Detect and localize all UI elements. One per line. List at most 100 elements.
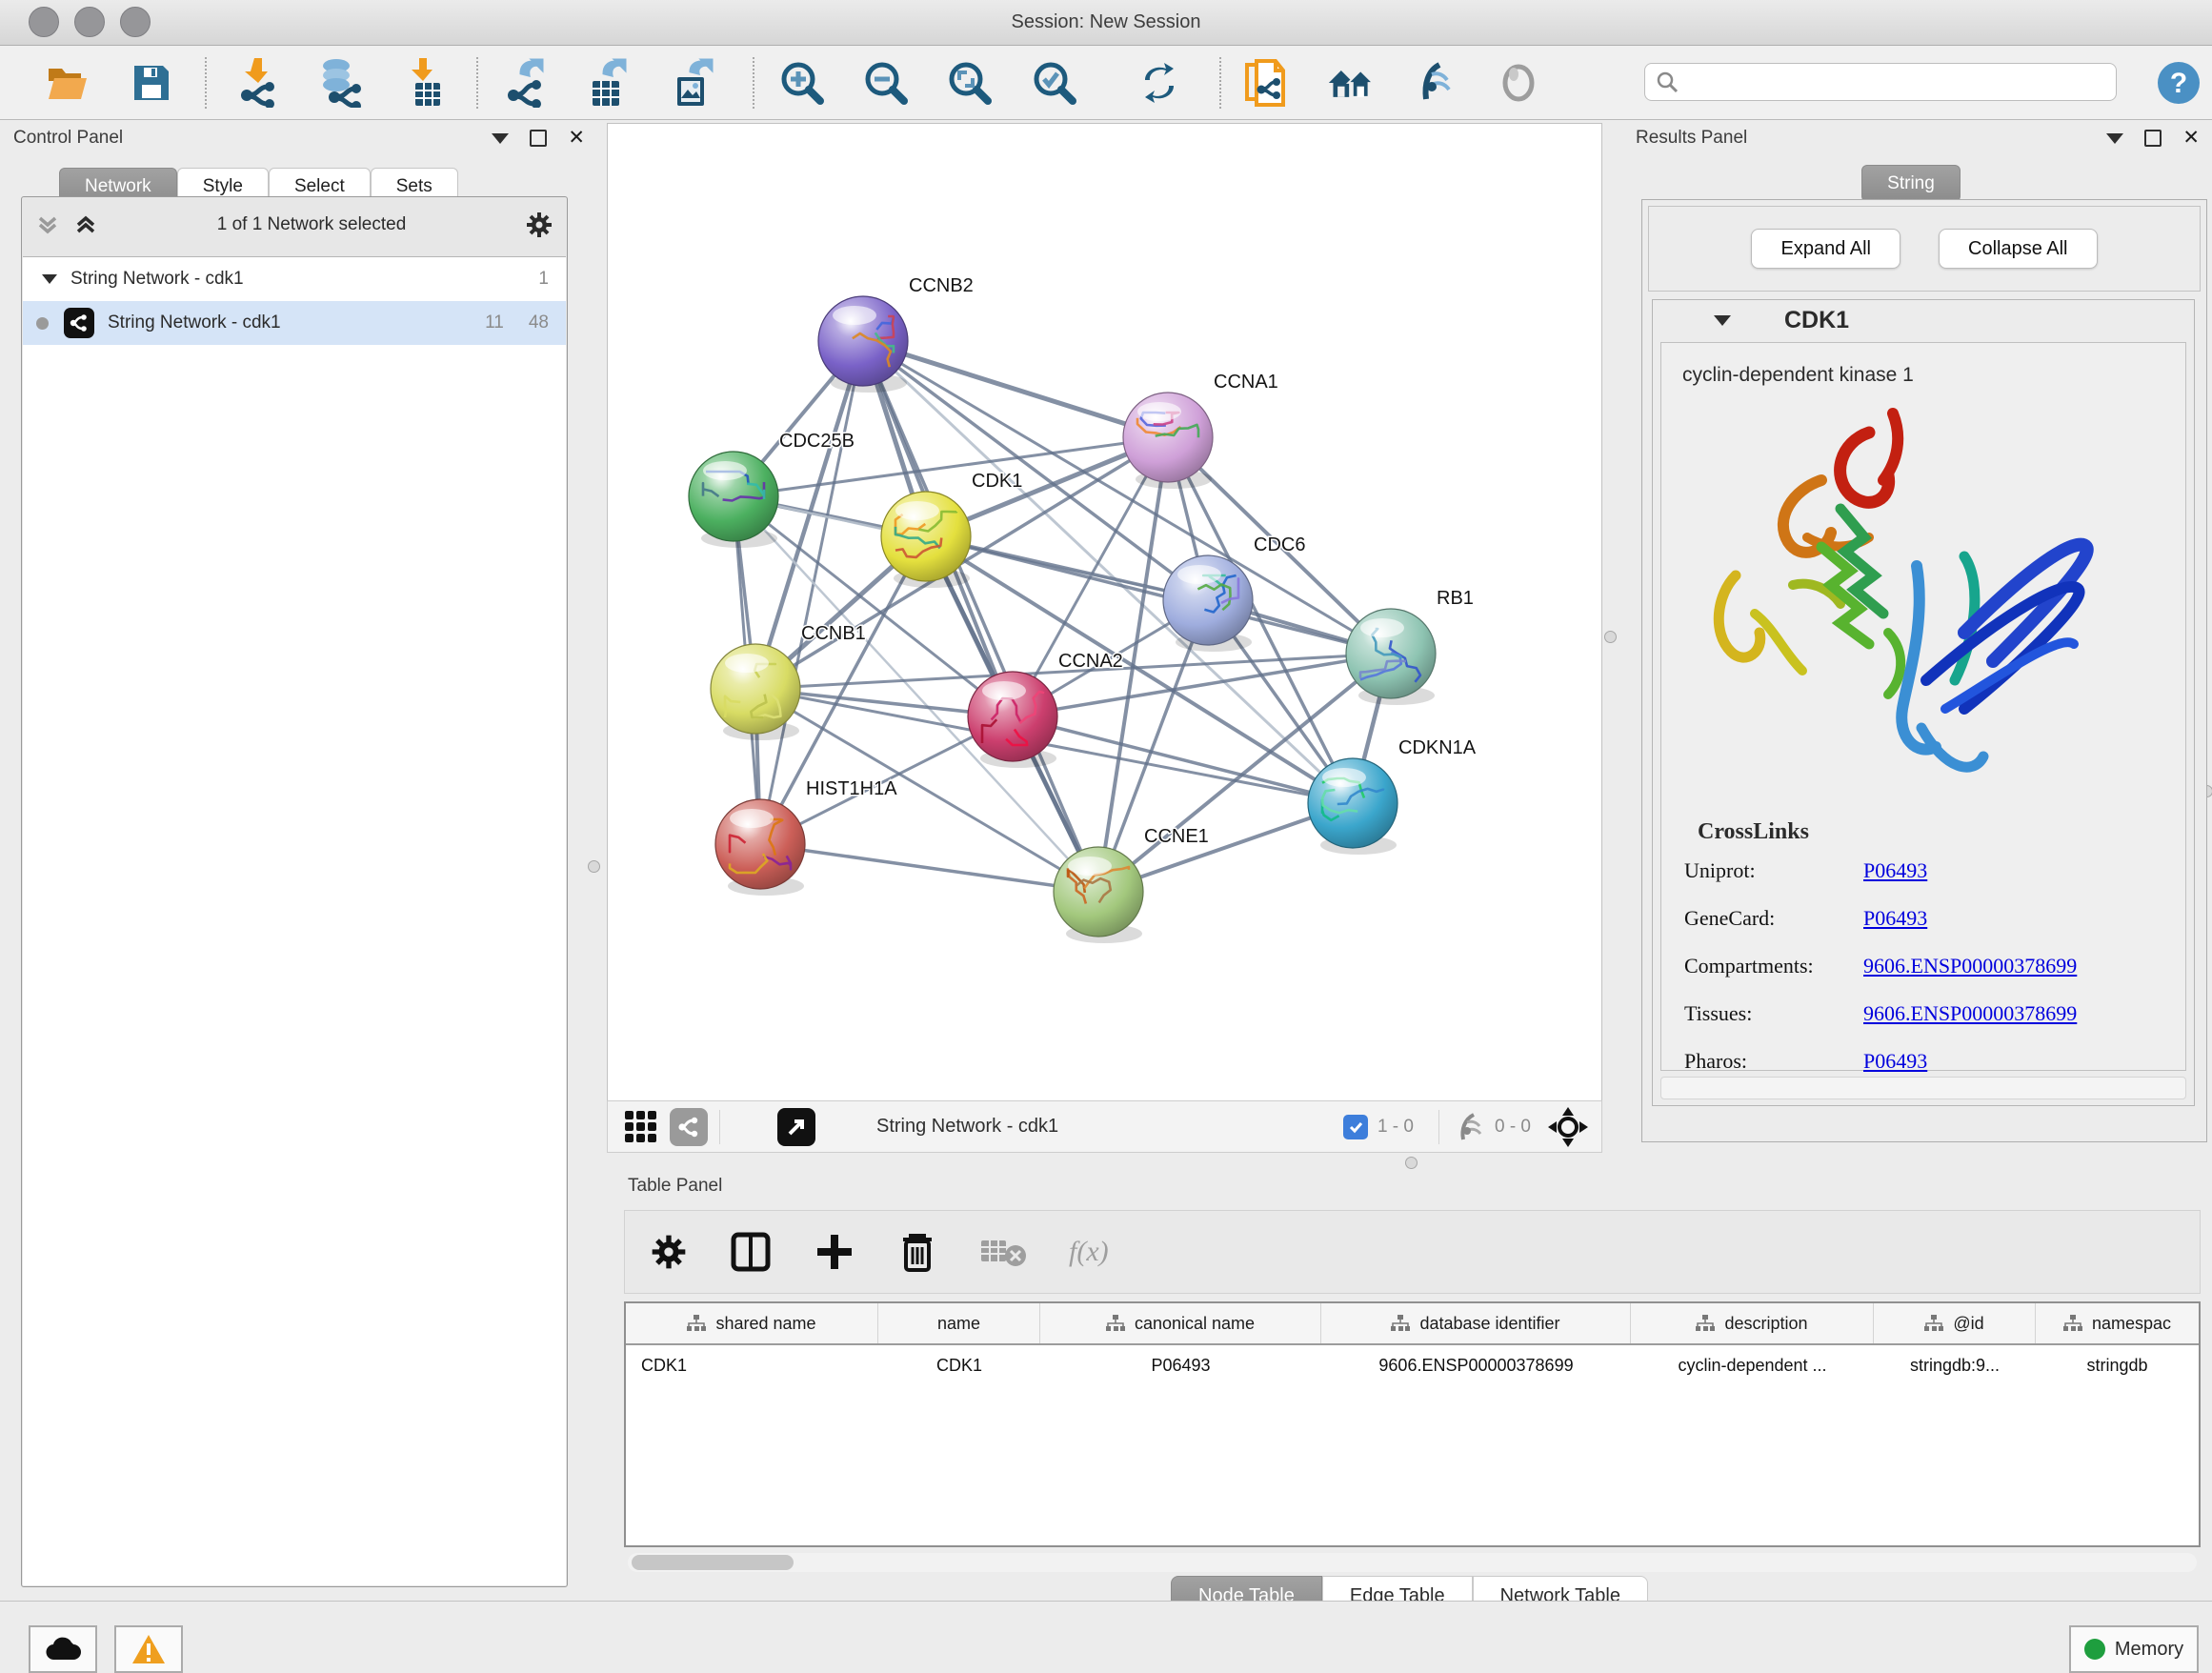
- save-session-icon[interactable]: [128, 59, 175, 107]
- zoom-in-icon[interactable]: [778, 59, 826, 107]
- network-collection-row[interactable]: String Network - cdk1 1: [23, 257, 566, 301]
- table-options-gear-icon[interactable]: [650, 1233, 688, 1271]
- function-builder-icon[interactable]: f(x): [1069, 1236, 1109, 1268]
- string-network-graph[interactable]: CCNB2CCNA1CDC25BCDK1CDC6RB1CCNB1CCNA2CDK…: [608, 124, 1601, 1101]
- collapse-all-button[interactable]: Collapse All: [1939, 229, 2098, 269]
- cell-canonical-name: P06493: [1040, 1345, 1321, 1385]
- crosslink-row: Uniprot: P06493: [1684, 858, 2185, 883]
- delete-table-icon[interactable]: [979, 1235, 1027, 1269]
- help-icon[interactable]: ?: [2155, 59, 2202, 107]
- table-toolbar: f(x): [624, 1210, 2201, 1294]
- float-panel-icon[interactable]: [2144, 130, 2162, 147]
- window-close-button[interactable]: [29, 7, 59, 37]
- svg-text:CCNA1: CCNA1: [1214, 372, 1278, 393]
- toolbar-separator: [205, 57, 207, 109]
- home-pages-icon[interactable]: [1327, 59, 1375, 107]
- selected-checkbox-icon[interactable]: [1343, 1115, 1368, 1139]
- protein-section-expander-icon[interactable]: [1714, 315, 1731, 326]
- share-document-icon[interactable]: [1242, 59, 1290, 107]
- hide-panel-icon[interactable]: [1411, 59, 1458, 107]
- cell-description: cyclin-dependent ...: [1631, 1345, 1874, 1385]
- open-session-icon[interactable]: [43, 59, 90, 107]
- network-view-canvas[interactable]: CCNB2CCNA1CDC25BCDK1CDC6RB1CCNB1CCNA2CDK…: [607, 123, 1602, 1102]
- window-minimize-button[interactable]: [74, 7, 105, 37]
- footer-separator: [1438, 1110, 1439, 1144]
- table-horizontal-scrollbar[interactable]: [628, 1553, 2197, 1572]
- import-network-icon[interactable]: [234, 59, 282, 107]
- column-header[interactable]: @id: [1874, 1303, 2036, 1343]
- crosslinks-heading: CrossLinks: [1698, 819, 2185, 845]
- protein-details: cyclin-dependent kinase 1: [1660, 342, 2186, 1071]
- export-image-icon[interactable]: [669, 59, 716, 107]
- birds-eye-grid-icon[interactable]: [625, 1111, 656, 1142]
- column-header[interactable]: description: [1631, 1303, 1874, 1343]
- expand-all-button[interactable]: Expand All: [1751, 229, 1900, 269]
- svg-text:CDK1: CDK1: [972, 471, 1022, 492]
- cell-shared-name: CDK1: [626, 1345, 878, 1385]
- float-panel-icon[interactable]: [530, 130, 547, 147]
- memory-button[interactable]: Memory: [2069, 1625, 2199, 1673]
- network-row-selected[interactable]: String Network - cdk1 11 48: [23, 301, 566, 345]
- node-table[interactable]: shared name name canonical name database…: [624, 1301, 2201, 1547]
- add-column-icon[interactable]: [814, 1231, 855, 1273]
- protein-structure-image: [1679, 394, 2155, 804]
- close-panel-icon[interactable]: ✕: [2182, 131, 2200, 145]
- pan-crosshair-icon[interactable]: [1548, 1107, 1588, 1147]
- split-columns-icon[interactable]: [730, 1231, 772, 1273]
- svg-text:CCNE1: CCNE1: [1144, 826, 1209, 847]
- zoom-fit-icon[interactable]: [946, 59, 994, 107]
- edge-CCNB2-HIST1H1A: [760, 341, 863, 844]
- export-network-icon[interactable]: [503, 59, 551, 107]
- scrollbar-thumb[interactable]: [632, 1555, 794, 1570]
- collection-expander-icon[interactable]: [42, 274, 57, 284]
- collection-label: String Network - cdk1: [70, 269, 244, 290]
- selected-node-edge-counts: 1 - 0: [1377, 1117, 1414, 1138]
- edge-HIST1H1A-CCNE1: [760, 844, 1098, 892]
- panel-menu-icon[interactable]: [492, 133, 509, 144]
- left-splitter-handle[interactable]: [588, 860, 600, 873]
- string-results-box: Expand All Collapse All CDK1 cyclin-depe…: [1641, 199, 2207, 1142]
- crosslink-link[interactable]: P06493: [1863, 858, 1927, 883]
- cloud-status-button[interactable]: [29, 1625, 97, 1673]
- delete-column-icon[interactable]: [897, 1230, 937, 1274]
- column-header[interactable]: shared name: [626, 1303, 878, 1343]
- svg-text:CDKN1A: CDKN1A: [1398, 737, 1477, 758]
- open-in-window-icon[interactable]: [777, 1108, 815, 1146]
- crosslink-link[interactable]: 9606.ENSP00000378699: [1863, 954, 2077, 978]
- network-share-icon[interactable]: [670, 1108, 708, 1146]
- zoom-out-icon[interactable]: [862, 59, 910, 107]
- import-table-icon[interactable]: [402, 59, 450, 107]
- search-input[interactable]: [1644, 63, 2117, 101]
- memory-label: Memory: [2115, 1639, 2183, 1661]
- zoom-selected-icon[interactable]: [1031, 59, 1078, 107]
- import-database-icon[interactable]: [315, 59, 363, 107]
- cell-name: CDK1: [878, 1345, 1040, 1385]
- hidden-items-eye-icon[interactable]: [1451, 1113, 1485, 1141]
- svg-text:CDC25B: CDC25B: [779, 431, 855, 452]
- network-tree: String Network - cdk1 1 String Network -…: [23, 256, 566, 1585]
- edge-CCNB2-CCNE1: [863, 341, 1098, 892]
- expand-all-icon[interactable]: [73, 212, 98, 237]
- status-bar: Memory: [0, 1601, 2212, 1672]
- network-view-footer: String Network - cdk1 1 - 0 0 - 0: [607, 1100, 1602, 1153]
- crosslink-link[interactable]: P06493: [1863, 1049, 1927, 1074]
- panel-menu-icon[interactable]: [2106, 133, 2123, 144]
- crosslink-link[interactable]: P06493: [1863, 906, 1927, 931]
- collection-count: 1: [538, 269, 549, 290]
- close-panel-icon[interactable]: ✕: [568, 131, 585, 145]
- tab-string[interactable]: String: [1861, 165, 1961, 202]
- column-header[interactable]: namespac: [2036, 1303, 2199, 1343]
- results-horizontal-scrollbar[interactable]: [1660, 1077, 2186, 1099]
- network-options-gear-icon[interactable]: [525, 211, 553, 239]
- show-panel-icon[interactable]: [1495, 59, 1542, 107]
- window-zoom-button[interactable]: [120, 7, 151, 37]
- crosslink-link[interactable]: 9606.ENSP00000378699: [1863, 1001, 2077, 1026]
- warnings-button[interactable]: [114, 1625, 183, 1673]
- collapse-all-icon[interactable]: [35, 212, 60, 237]
- column-header[interactable]: name: [878, 1303, 1040, 1343]
- refresh-icon[interactable]: [1136, 59, 1183, 107]
- export-table-icon[interactable]: [584, 59, 632, 107]
- column-header[interactable]: canonical name: [1040, 1303, 1321, 1343]
- table-row[interactable]: CDK1 CDK1 P06493 9606.ENSP00000378699 cy…: [626, 1345, 2199, 1385]
- column-header[interactable]: database identifier: [1321, 1303, 1631, 1343]
